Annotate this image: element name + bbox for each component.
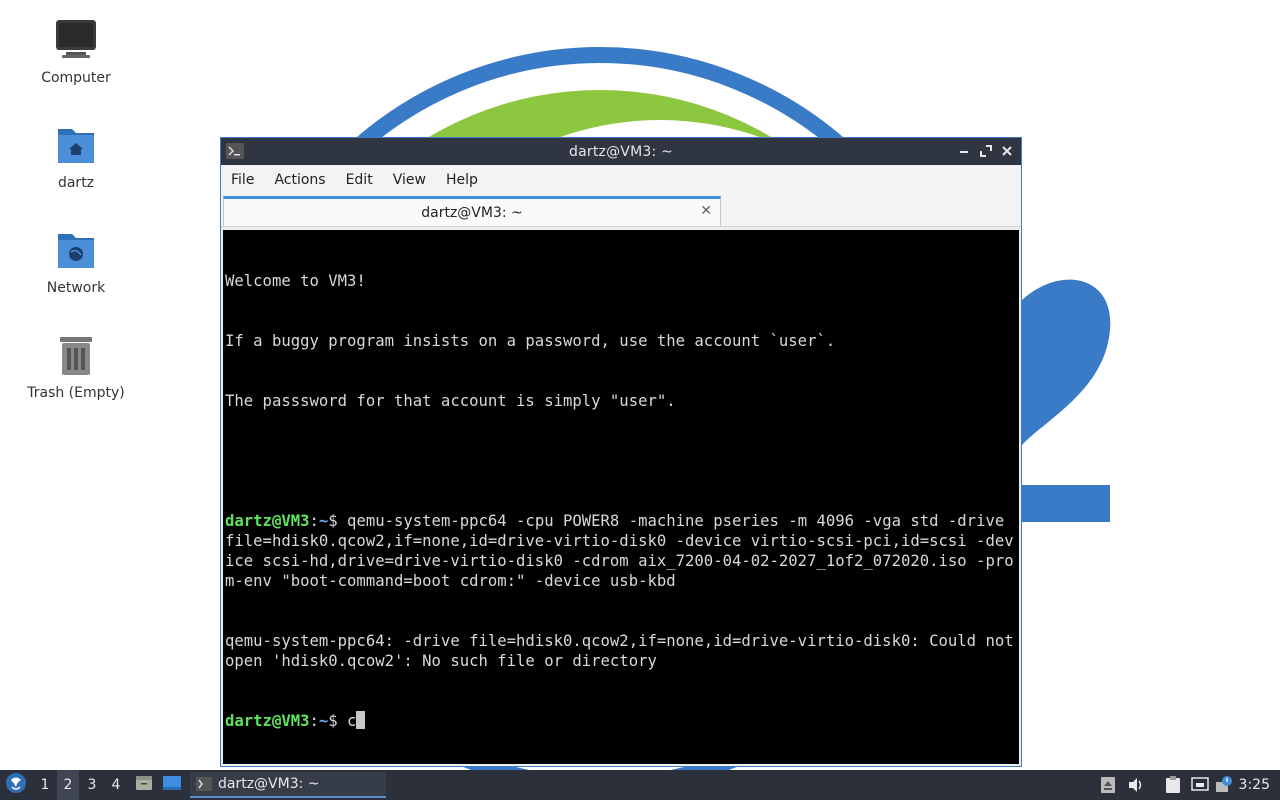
window-titlebar[interactable]: dartz@VM3: ~: [221, 138, 1021, 165]
home-folder-icon: [52, 123, 100, 171]
terminal-line: If a buggy program insists on a password…: [225, 332, 836, 350]
desktop-icon-computer[interactable]: Computer: [21, 18, 131, 86]
minimize-icon[interactable]: [955, 142, 973, 160]
window-title: dartz@VM3: ~: [569, 143, 673, 160]
workspace-1[interactable]: 1: [34, 770, 56, 800]
network-status-icon[interactable]: [1190, 770, 1210, 800]
terminal-task-icon: [196, 777, 212, 791]
computer-icon: [52, 18, 100, 66]
show-desktop-launcher[interactable]: [161, 770, 183, 800]
command-text: qemu-system-ppc64 -cpu POWER8 -machine p…: [225, 512, 1014, 590]
prompt-path: ~: [318, 512, 329, 530]
desktop-icon-label: Computer: [41, 70, 111, 86]
prompt-symbol: $: [328, 512, 338, 530]
terminal-error-line: qemu-system-ppc64: -drive file=hdisk0.qc…: [225, 632, 1014, 670]
prompt-symbol: $: [328, 712, 338, 730]
clock[interactable]: 3:25: [1239, 770, 1270, 800]
terminal-output[interactable]: Welcome to VM3! If a buggy program insis…: [223, 230, 1019, 764]
app-menu-icon: [5, 772, 27, 798]
terminal-command-line: dartz@VM3:~$ qemu-system-ppc64 -cpu POWE…: [225, 512, 1014, 590]
menu-edit[interactable]: Edit: [336, 172, 383, 188]
workspace-2[interactable]: 2: [57, 770, 79, 800]
text-cursor: [356, 711, 366, 729]
desktop-icon-label: Network: [46, 280, 106, 296]
terminal-line: The passsword for that account is simply…: [225, 392, 676, 410]
desktop-icon-home[interactable]: dartz: [21, 123, 131, 191]
tab-label: dartz@VM3: ~: [421, 204, 523, 221]
prompt-user: dartz@VM3: [225, 512, 310, 530]
desktop-icon: [162, 773, 182, 797]
clipboard-icon[interactable]: [1163, 770, 1183, 800]
start-menu-button[interactable]: [2, 770, 30, 800]
menu-view[interactable]: View: [383, 172, 436, 188]
file-manager-launcher[interactable]: [133, 770, 155, 800]
tab-close-icon[interactable]: ✕: [700, 203, 712, 219]
workspace-3[interactable]: 3: [81, 770, 103, 800]
prompt-user: dartz@VM3: [225, 712, 310, 730]
tab-strip: dartz@VM3: ~ ✕: [221, 194, 1021, 227]
desktop-icon-network[interactable]: Network: [21, 228, 131, 296]
terminal-line: Welcome to VM3!: [225, 272, 366, 290]
workspace-4[interactable]: 4: [105, 770, 127, 800]
maximize-icon[interactable]: [977, 142, 995, 160]
menu-bar: File Actions Edit View Help: [221, 165, 1021, 194]
desktop-icon-label: dartz: [57, 175, 95, 191]
desktop-icon-trash[interactable]: Trash (Empty): [21, 333, 131, 401]
taskbar-window-label: dartz@VM3: ~: [218, 776, 320, 792]
menu-help[interactable]: Help: [436, 172, 488, 188]
notification-icon[interactable]: [1214, 770, 1234, 800]
terminal-app-icon: [226, 143, 244, 159]
close-icon[interactable]: [998, 142, 1016, 160]
menu-actions[interactable]: Actions: [264, 172, 335, 188]
tray-upload-icon[interactable]: [1098, 770, 1118, 800]
volume-icon[interactable]: [1126, 770, 1146, 800]
network-folder-icon: [52, 228, 100, 276]
current-input: c: [337, 712, 357, 730]
terminal-window[interactable]: dartz@VM3: ~ File Actions Edit View Help…: [220, 137, 1022, 767]
trash-icon: [52, 333, 100, 381]
taskbar-window-terminal[interactable]: dartz@VM3: ~: [190, 772, 386, 798]
terminal-current-prompt: dartz@VM3:~$ c: [225, 711, 1017, 731]
desktop-icon-label: Trash (Empty): [27, 385, 125, 401]
taskbar: 1 2 3 4 dartz@VM3: ~ 3:25: [0, 770, 1280, 800]
prompt-path: ~: [318, 712, 329, 730]
file-manager-icon: [134, 773, 154, 797]
menu-file[interactable]: File: [221, 172, 264, 188]
tab-terminal[interactable]: dartz@VM3: ~ ✕: [223, 196, 721, 226]
